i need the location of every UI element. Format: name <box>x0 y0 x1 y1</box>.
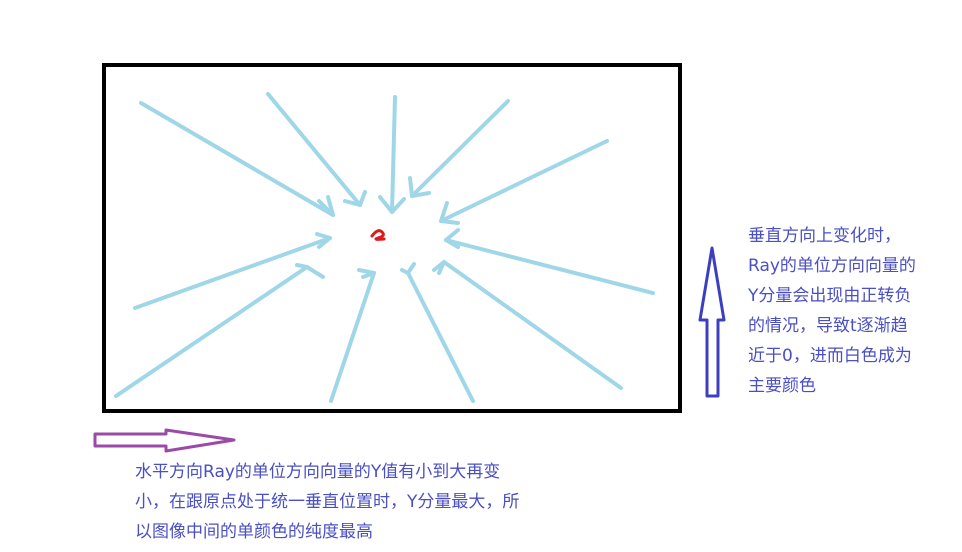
ray-line <box>139 101 335 217</box>
ray-line <box>406 271 475 403</box>
note-line: 主要颜色 <box>748 376 816 396</box>
ray-line <box>329 271 376 403</box>
note-line: 垂直方向上变化时， <box>748 226 901 246</box>
vertical-change-note: 垂直方向上变化时， Ray的单位方向向量的 Y分量会出现由正转负 的情况，导致t… <box>748 221 916 401</box>
note-line: 小，在跟原点处于统一垂直位置时，Y分量最大，所 <box>135 492 520 512</box>
ray-arrowhead <box>444 228 460 249</box>
ray-arrowheads <box>295 176 460 279</box>
image-frame <box>102 63 682 413</box>
ray-line <box>114 265 309 398</box>
note-line: Ray的单位方向向量的 <box>748 256 916 276</box>
ray-line <box>439 139 609 223</box>
ray-line <box>390 95 397 214</box>
ray-arrowhead <box>400 262 416 275</box>
ray-lines <box>114 92 655 403</box>
note-line: 水平方向Ray的单位方向向量的Y值有小到大再变 <box>135 462 501 482</box>
ray-line <box>442 260 623 390</box>
horizontal-arrow <box>93 428 236 453</box>
ray-arrowhead <box>432 260 446 275</box>
note-line: 以图像中间的单颜色的纯度最高 <box>135 522 373 542</box>
center-mark <box>370 229 386 241</box>
ray-line <box>410 99 510 198</box>
horizontal-change-note: 水平方向Ray的单位方向向量的Y值有小到大再变 小，在跟原点处于统一垂直位置时，… <box>135 457 519 547</box>
note-line: Y分量会出现由正转负 <box>748 286 912 306</box>
ray-line <box>266 92 362 207</box>
note-line: 近于0，进而白色成为 <box>748 346 912 366</box>
vertical-arrow <box>698 246 726 398</box>
note-line: 的情况，导致t逐渐趋 <box>748 316 908 336</box>
